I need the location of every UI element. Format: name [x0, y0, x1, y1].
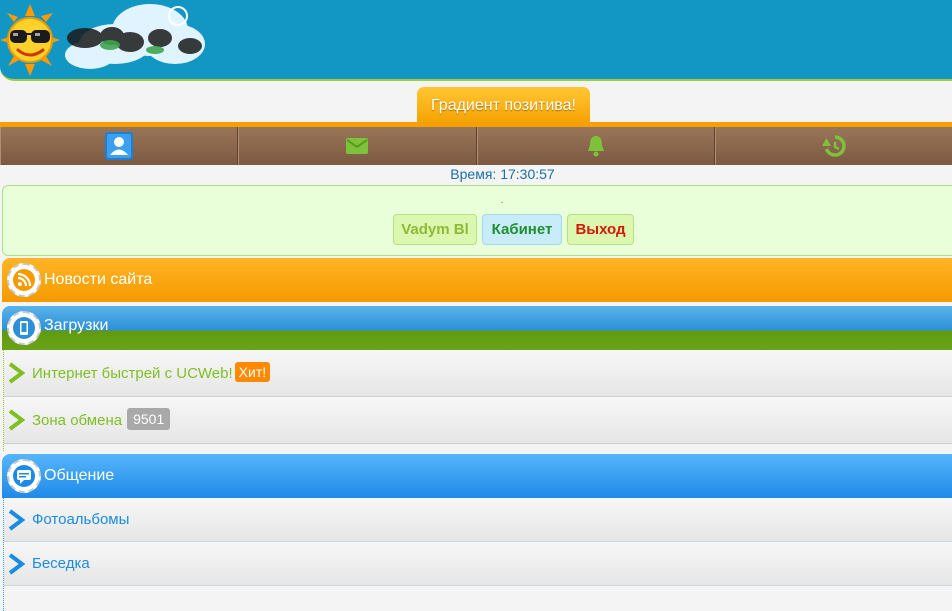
list-item-gazebo[interactable]: Беседка	[4, 542, 952, 586]
list-item-label: Зона обмена	[32, 412, 123, 429]
chat-list: Фотоальбомы Беседка	[3, 498, 952, 611]
user-panel: Vadym Bl Кабинет Выход	[2, 185, 952, 256]
cabinet-button[interactable]: Кабинет	[482, 214, 562, 245]
list-item-label: Беседка	[32, 555, 90, 572]
list-item-label: Интернет быстрей с UCWeb!	[32, 365, 233, 382]
section-news-header[interactable]: Новости сайта	[2, 258, 952, 302]
panel-dot	[501, 202, 503, 203]
chevron-right-icon	[8, 362, 26, 384]
slogan-tab-area: Градиент позитива!	[0, 81, 952, 127]
user-icon	[105, 132, 134, 160]
chat-bubble-icon	[7, 459, 41, 493]
downloads-list: Интернет быстрей с UCWeb! Хит! Зона обмен…	[3, 350, 952, 451]
list-item-photo-albums[interactable]: Фотоальбомы	[4, 498, 952, 542]
mail-icon	[346, 138, 369, 154]
sun-logo-icon	[0, 4, 205, 76]
nav-profile-button[interactable]	[0, 127, 239, 165]
nav-notifications-button[interactable]	[476, 127, 715, 165]
bell-icon	[587, 136, 604, 157]
section-chat-header[interactable]: Общение	[2, 454, 952, 498]
rss-icon	[7, 263, 41, 297]
server-time: Время: 17:30:57	[450, 166, 555, 182]
chevron-right-icon	[8, 508, 26, 531]
count-badge: 9501	[127, 408, 171, 430]
chevron-right-icon	[8, 409, 26, 431]
main-navbar	[0, 127, 952, 165]
slogan-tab: Градиент позитива!	[417, 87, 590, 125]
nav-mail-button[interactable]	[238, 127, 477, 165]
nav-history-button[interactable]	[714, 127, 952, 165]
hit-badge: Хит!	[234, 362, 271, 382]
phone-icon	[7, 311, 41, 345]
history-icon	[821, 135, 846, 157]
site-header	[0, 0, 952, 81]
list-item-exchange-zone[interactable]: Зона обмена 9501	[4, 397, 952, 444]
section-chat-title: Общение	[44, 467, 115, 484]
chevron-right-icon	[8, 552, 26, 575]
section-downloads-header[interactable]: Загрузки	[2, 306, 952, 350]
section-news-title: Новости сайта	[44, 271, 153, 288]
logout-button[interactable]: Выход	[567, 214, 634, 245]
section-downloads-title: Загрузки	[44, 317, 109, 334]
username-button[interactable]: Vadym Bl	[393, 214, 477, 245]
site-logo-link[interactable]	[0, 0, 215, 79]
list-item-label: Фотоальбомы	[32, 511, 130, 528]
list-item-ucweb[interactable]: Интернет быстрей с UCWeb! Хит!	[4, 350, 952, 397]
